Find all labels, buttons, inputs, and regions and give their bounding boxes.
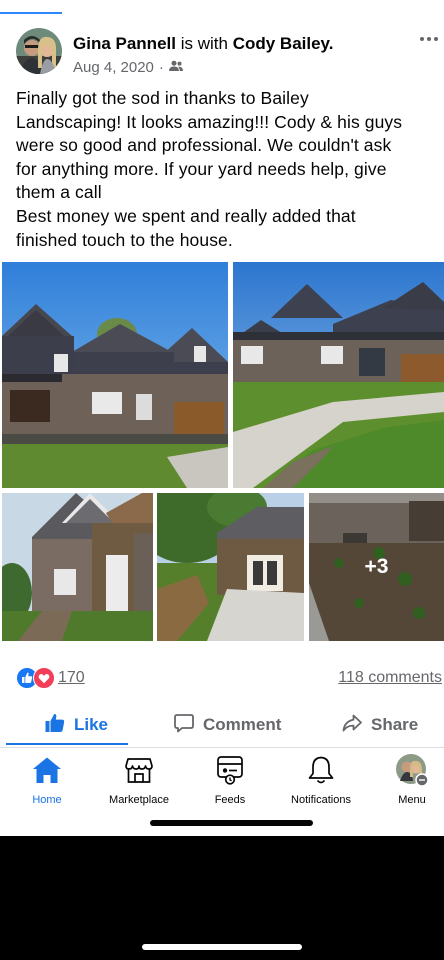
post-date[interactable]: Aug 4, 2020 <box>73 59 154 76</box>
tab-feeds-label: Feeds <box>214 794 246 806</box>
share-icon <box>341 712 363 739</box>
thumbs-up-icon <box>44 712 66 739</box>
post-text: Finally got the sod in thanks to Bailey … <box>16 87 436 252</box>
meta-separator: · <box>158 59 164 76</box>
reaction-count[interactable]: 170 <box>58 669 85 687</box>
reaction-icons <box>16 667 56 689</box>
tab-menu[interactable]: Menu <box>391 754 433 806</box>
post-text-line: them a call <box>16 182 102 203</box>
marketplace-icon <box>124 754 154 786</box>
home-icon <box>32 754 62 786</box>
like-active-indicator <box>6 743 128 745</box>
device-home-indicator[interactable] <box>142 944 302 950</box>
more-icon[interactable] <box>420 32 442 46</box>
more-photos-count: +3 <box>364 555 389 578</box>
post-header: Gina Pannell is with Cody Bailey. Aug 4,… <box>16 26 444 82</box>
bell-icon <box>307 754 335 786</box>
post-photo-3[interactable] <box>2 493 153 641</box>
post-photo-5[interactable]: +3 <box>309 493 444 641</box>
author-avatar[interactable] <box>16 28 62 74</box>
tab-marketplace-label: Marketplace <box>109 794 169 806</box>
home-indicator[interactable] <box>150 820 313 826</box>
friends-icon <box>168 59 183 76</box>
like-label: Like <box>74 715 109 734</box>
tab-notifications-label: Notifications <box>291 794 351 806</box>
post-photo-4[interactable] <box>157 493 304 641</box>
tab-home-label: Home <box>32 794 62 806</box>
tab-home[interactable]: Home <box>25 754 69 806</box>
facebook-app-screen: Gina Pannell is with Cody Bailey. Aug 4,… <box>0 0 444 836</box>
tagged-name[interactable]: Cody Bailey. <box>233 34 334 53</box>
post-actions: Like Comment Share <box>0 705 444 745</box>
author-line: Gina Pannell is with Cody Bailey. <box>73 34 333 54</box>
tab-marketplace[interactable]: Marketplace <box>103 754 175 806</box>
post-text-line: finished touch to the house. <box>16 229 233 250</box>
post-photo-2[interactable] <box>233 262 444 488</box>
tab-feeds[interactable]: Feeds <box>205 754 255 806</box>
like-button[interactable]: Like <box>44 705 108 745</box>
feeds-icon <box>216 754 244 786</box>
post-text-line: Landscaping! It looks amazing!!! Cody & … <box>16 111 403 132</box>
reactions-summary[interactable]: 170 <box>16 667 85 689</box>
comment-icon <box>173 712 195 739</box>
post-meta: Aug 4, 2020 · <box>73 59 183 76</box>
previous-post-divider <box>0 12 62 14</box>
share-label: Share <box>371 715 419 734</box>
more-photos-overlay[interactable]: +3 <box>309 493 444 641</box>
post-text-line: were so good and professional. We couldn… <box>16 135 392 156</box>
comment-label: Comment <box>203 715 282 734</box>
share-button[interactable]: Share <box>341 705 418 745</box>
bottom-tab-bar: Home Marketplace Feeds Notifications Men… <box>0 747 444 807</box>
tab-menu-label: Menu <box>398 794 426 806</box>
comment-button[interactable]: Comment <box>173 705 281 745</box>
profile-menu-icon <box>395 754 429 787</box>
author-name[interactable]: Gina Pannell <box>73 34 176 53</box>
with-text: is with <box>180 34 228 53</box>
love-reaction-icon <box>33 667 55 694</box>
post-text-line: Finally got the sod in thanks to Bailey <box>16 88 309 108</box>
tab-notifications[interactable]: Notifications <box>285 754 357 806</box>
post-text-line: Best money we spent and really added tha… <box>16 205 356 226</box>
comments-count[interactable]: 118 comments <box>338 669 442 687</box>
post-text-line: for anything more. If your yard needs he… <box>16 158 387 179</box>
post-photo-1[interactable] <box>2 262 228 488</box>
